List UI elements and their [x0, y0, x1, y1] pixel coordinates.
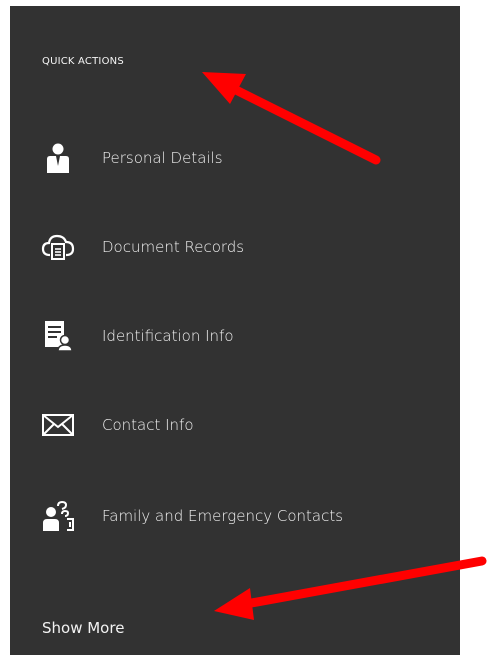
id-document-icon: [40, 318, 76, 354]
action-label: Family and Emergency Contacts: [102, 507, 344, 525]
envelope-icon: [40, 407, 76, 443]
action-document-records[interactable]: Document Records: [40, 227, 244, 267]
action-label: Identification Info: [102, 327, 234, 345]
person-icon: [40, 140, 76, 176]
action-label: Document Records: [102, 238, 245, 256]
cloud-document-icon: [40, 229, 76, 265]
action-contact-info[interactable]: Contact Info: [40, 405, 194, 445]
quick-actions-panel: QUICK ACTIONS Personal Details Document …: [10, 6, 460, 655]
family-contacts-icon: [40, 498, 76, 534]
action-identification-info[interactable]: Identification Info: [40, 316, 234, 356]
quick-actions-title: QUICK ACTIONS: [42, 56, 124, 67]
action-label: Contact Info: [102, 416, 194, 434]
action-personal-details[interactable]: Personal Details: [40, 138, 223, 178]
action-family-emergency-contacts[interactable]: Family and Emergency Contacts: [40, 496, 343, 536]
show-more-link[interactable]: Show More: [42, 619, 124, 637]
action-label: Personal Details: [102, 149, 223, 167]
